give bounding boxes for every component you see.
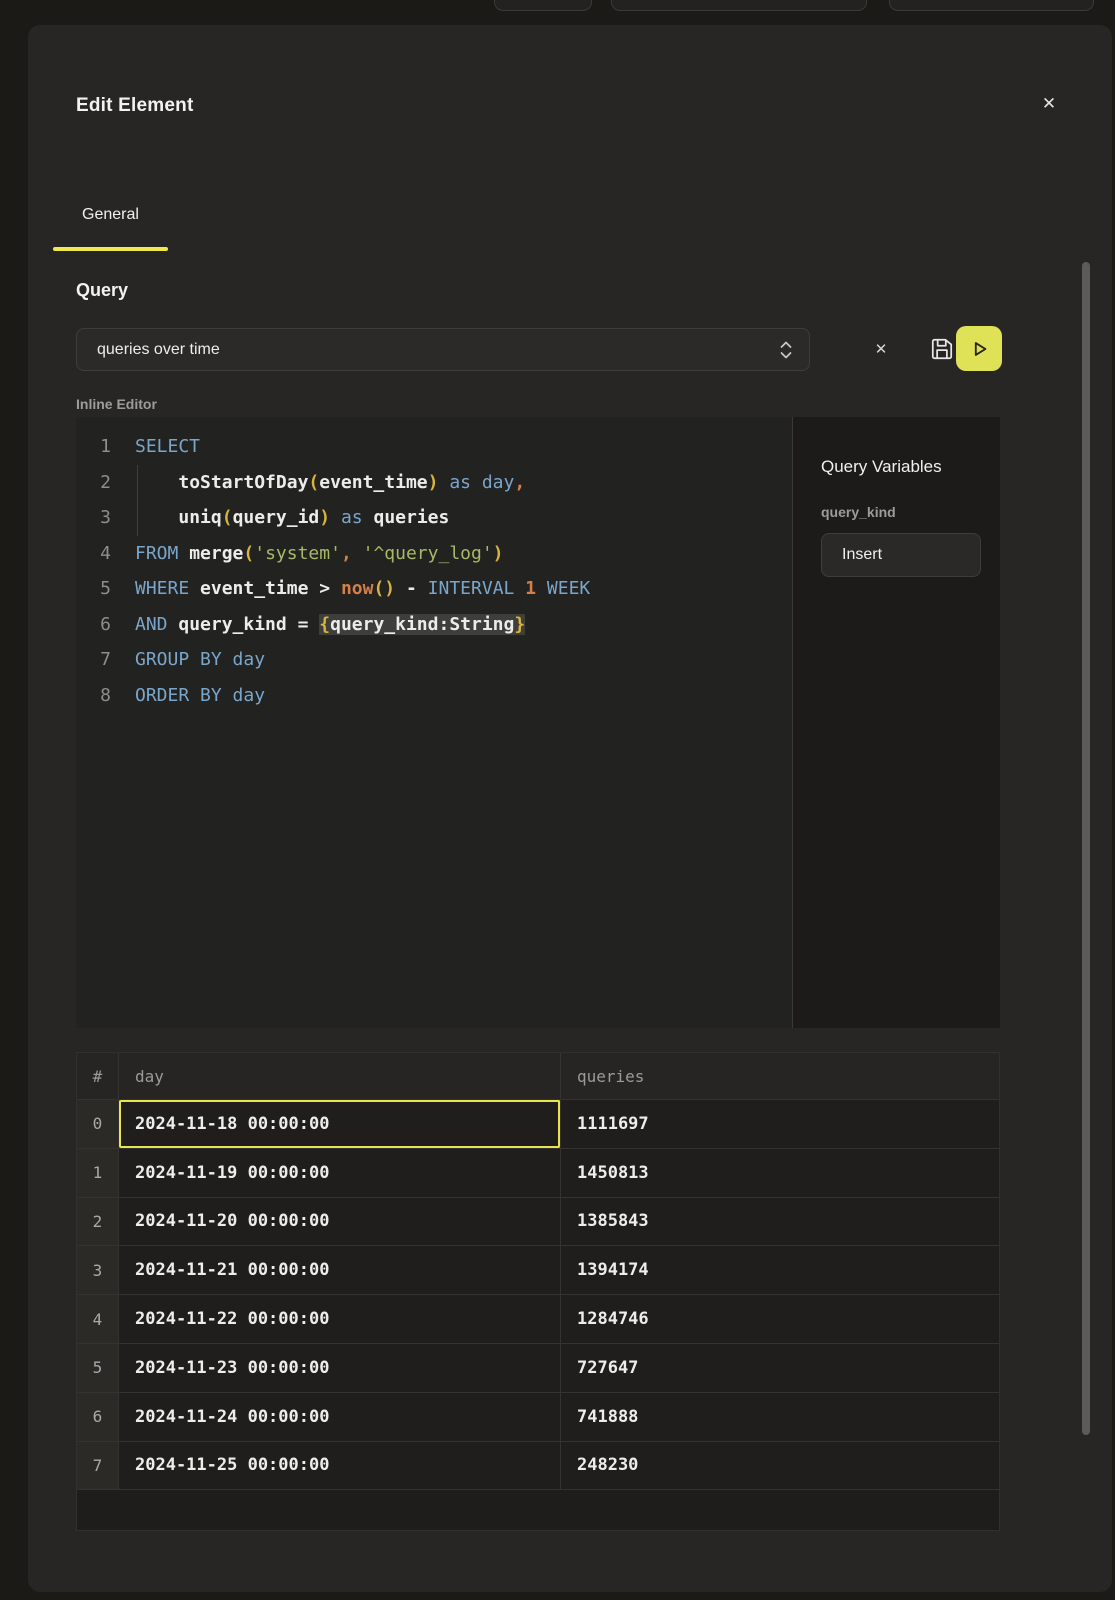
day-cell[interactable]: 2024-11-24 00:00:00: [119, 1392, 561, 1441]
results-table: # day queries 02024-11-18 00:00:00111169…: [76, 1052, 1000, 1531]
modal-scrollbar-thumb[interactable]: [1082, 262, 1090, 1435]
edit-element-modal: Edit Element ✕ General Query queries ove…: [28, 25, 1112, 1592]
code-line-content: SELECT: [135, 429, 200, 465]
row-index-cell: 5: [77, 1343, 119, 1392]
queries-cell[interactable]: 1284746: [561, 1294, 999, 1343]
query-select[interactable]: queries over time: [76, 328, 810, 371]
day-cell[interactable]: 2024-11-25 00:00:00: [119, 1441, 561, 1490]
table-row: 42024-11-22 00:00:001284746: [77, 1294, 999, 1343]
inline-editor-label: Inline Editor: [76, 396, 157, 412]
table-footer: [77, 1489, 999, 1530]
day-cell[interactable]: 2024-11-21 00:00:00: [119, 1245, 561, 1294]
close-icon: ✕: [1042, 94, 1056, 114]
modal-title: Edit Element: [76, 95, 193, 117]
query-variables-panel: Query Variables query_kind Insert: [792, 417, 1000, 1028]
table-row: 62024-11-24 00:00:00741888: [77, 1392, 999, 1441]
table-row: 02024-11-18 00:00:001111697: [77, 1099, 999, 1148]
queries-cell[interactable]: 1111697: [561, 1099, 999, 1148]
table-row: 12024-11-19 00:00:001450813: [77, 1148, 999, 1197]
line-number: 3: [76, 500, 135, 536]
header-cell-queries: queries: [561, 1053, 999, 1099]
save-query-button[interactable]: [925, 333, 959, 365]
row-index-cell: 7: [77, 1441, 119, 1490]
play-icon: [968, 338, 990, 360]
clear-query-button[interactable]: ✕: [866, 334, 896, 364]
sql-editor: 1SELECT2 toStartOfDay(event_time) as day…: [76, 417, 1000, 1028]
code-line-content: GROUP BY day: [135, 642, 265, 678]
row-index-cell: 6: [77, 1392, 119, 1441]
row-index-cell: 0: [77, 1099, 119, 1148]
line-number: 5: [76, 571, 135, 607]
code-line: 1SELECT: [76, 429, 792, 465]
code-line-content: AND query_kind = {query_kind:String}: [135, 607, 525, 643]
queries-cell[interactable]: 727647: [561, 1343, 999, 1392]
code-line-content: FROM merge('system', '^query_log'): [135, 536, 504, 572]
up-down-chevrons-icon: [777, 339, 795, 361]
topbar-button[interactable]: [494, 0, 592, 11]
table-header-row: # day queries: [77, 1053, 999, 1099]
close-button[interactable]: ✕: [1034, 89, 1064, 119]
code-line: 8ORDER BY day: [76, 678, 792, 714]
code-line: 7GROUP BY day: [76, 642, 792, 678]
line-number: 2: [76, 465, 135, 501]
query-select-value: queries over time: [97, 341, 777, 359]
line-number: 7: [76, 642, 135, 678]
day-cell[interactable]: 2024-11-19 00:00:00: [119, 1148, 561, 1197]
queries-cell[interactable]: 1450813: [561, 1148, 999, 1197]
variable-name-label: query_kind: [821, 504, 976, 520]
line-number: 1: [76, 429, 135, 465]
code-line-content: toStartOfDay(event_time) as day,: [135, 465, 525, 501]
row-index-cell: 2: [77, 1197, 119, 1246]
code-line: 6AND query_kind = {query_kind:String}: [76, 607, 792, 643]
table-row: 52024-11-23 00:00:00727647: [77, 1343, 999, 1392]
line-number: 8: [76, 678, 135, 714]
queries-cell[interactable]: 1394174: [561, 1245, 999, 1294]
run-query-button[interactable]: [956, 326, 1002, 371]
table-row: 32024-11-21 00:00:001394174: [77, 1245, 999, 1294]
table-row: 72024-11-25 00:00:00248230: [77, 1441, 999, 1490]
code-line: 4FROM merge('system', '^query_log'): [76, 536, 792, 572]
line-number: 4: [76, 536, 135, 572]
code-area[interactable]: 1SELECT2 toStartOfDay(event_time) as day…: [76, 417, 792, 1028]
tab-general[interactable]: General: [53, 183, 168, 247]
header-cell-day: day: [119, 1053, 561, 1099]
code-line: 5WHERE event_time > now() - INTERVAL 1 W…: [76, 571, 792, 607]
code-line-content: uniq(query_id) as queries: [135, 500, 449, 536]
clear-icon: ✕: [875, 340, 888, 358]
queries-cell[interactable]: 741888: [561, 1392, 999, 1441]
line-number: 6: [76, 607, 135, 643]
insert-variable-button[interactable]: Insert: [821, 533, 981, 577]
row-index-cell: 1: [77, 1148, 119, 1197]
query-section-heading: Query: [76, 280, 128, 301]
active-tab-underline: [53, 247, 168, 251]
topbar-button[interactable]: [611, 0, 867, 11]
code-line-content: ORDER BY day: [135, 678, 265, 714]
query-variables-heading: Query Variables: [821, 457, 976, 477]
row-index-cell: 4: [77, 1294, 119, 1343]
queries-cell[interactable]: 1385843: [561, 1197, 999, 1246]
day-cell[interactable]: 2024-11-23 00:00:00: [119, 1343, 561, 1392]
save-icon: [929, 336, 955, 362]
topbar-button[interactable]: [889, 0, 1094, 11]
header-cell-index: #: [77, 1053, 119, 1099]
table-row: 22024-11-20 00:00:001385843: [77, 1197, 999, 1246]
day-cell[interactable]: 2024-11-22 00:00:00: [119, 1294, 561, 1343]
code-line-content: WHERE event_time > now() - INTERVAL 1 WE…: [135, 571, 590, 607]
day-cell-selected[interactable]: 2024-11-18 00:00:00: [119, 1099, 561, 1148]
row-index-cell: 3: [77, 1245, 119, 1294]
queries-cell[interactable]: 248230: [561, 1441, 999, 1490]
day-cell[interactable]: 2024-11-20 00:00:00: [119, 1197, 561, 1246]
code-line: 3 uniq(query_id) as queries: [76, 500, 792, 536]
code-line: 2 toStartOfDay(event_time) as day,: [76, 465, 792, 501]
screen: Edit Element ✕ General Query queries ove…: [0, 0, 1115, 1600]
